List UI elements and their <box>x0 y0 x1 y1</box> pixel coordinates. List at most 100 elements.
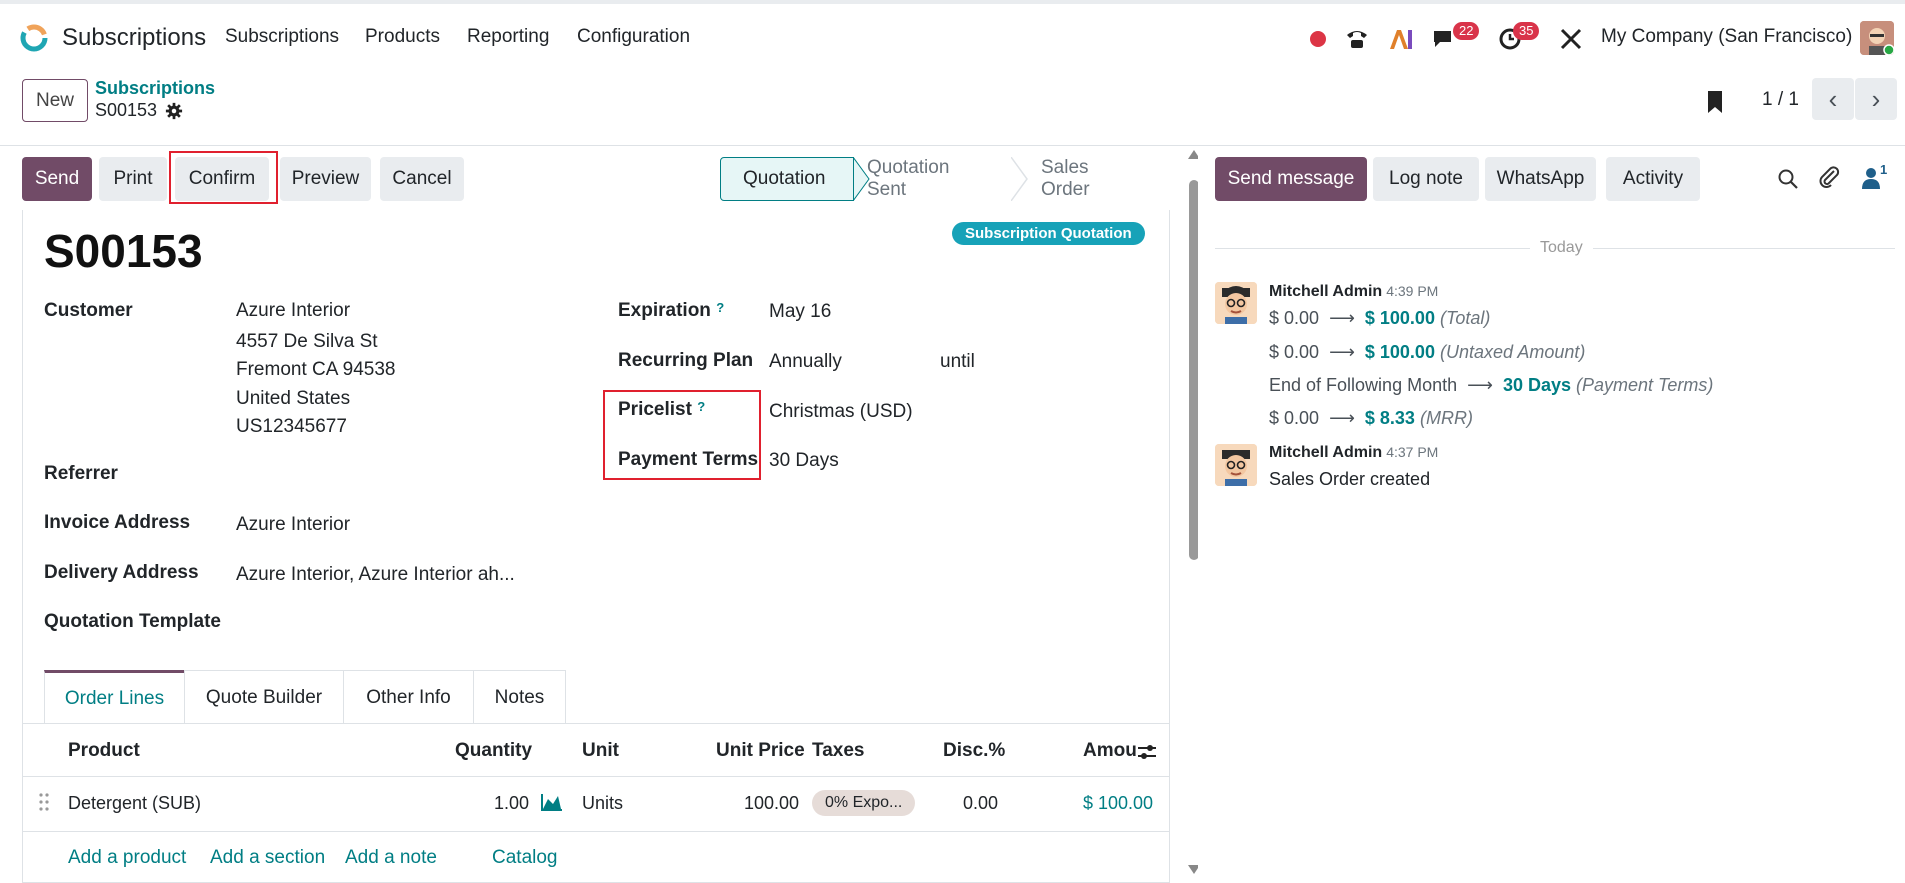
line-product[interactable]: Detergent (SUB) <box>68 793 201 814</box>
payment-terms-value[interactable]: 30 Days <box>769 450 839 472</box>
company-switcher[interactable]: My Company (San Francisco) <box>1601 26 1852 48</box>
add-note-link[interactable]: Add a note <box>345 847 437 869</box>
expiration-label: Expiration ? <box>618 300 725 321</box>
pager-previous-button[interactable]: ‹ <box>1812 78 1854 120</box>
column-settings-icon[interactable] <box>1136 742 1158 762</box>
line-tax-tag[interactable]: 0% Expo... <box>812 790 916 816</box>
line-unit-price[interactable]: 100.00 <box>744 793 799 814</box>
pager-next-button[interactable]: › <box>1855 78 1897 120</box>
user-avatar[interactable] <box>1860 21 1894 55</box>
tracking-line: End of Following Month ⟶ 30 Days (Paymen… <box>1269 375 1713 396</box>
tracking-old-value: $ 0.00 <box>1269 342 1320 362</box>
col-disc[interactable]: Disc.% <box>943 740 1005 762</box>
status-quotation[interactable]: Quotation <box>720 157 854 201</box>
arrow-right-icon: ⟶ <box>1324 408 1360 428</box>
drag-handle-icon[interactable] <box>38 792 50 812</box>
tracking-field: (MRR) <box>1419 408 1473 428</box>
customer-street: 4557 De Silva St <box>236 331 378 352</box>
cancel-button[interactable]: Cancel <box>380 157 464 201</box>
search-icon[interactable] <box>1777 168 1799 190</box>
send-message-button[interactable]: Send message <box>1215 157 1367 201</box>
tools-icon[interactable] <box>1557 24 1585 54</box>
col-unit-price[interactable]: Unit Price <box>716 740 805 762</box>
ai-icon[interactable] <box>1387 24 1415 54</box>
activity-button[interactable]: Activity <box>1606 157 1700 201</box>
forecast-chart-icon[interactable] <box>541 793 563 811</box>
tab-other-info[interactable]: Other Info <box>343 670 474 724</box>
preview-button[interactable]: Preview <box>280 157 371 201</box>
add-product-link[interactable]: Add a product <box>68 847 186 869</box>
col-unit[interactable]: Unit <box>582 740 619 762</box>
form-sheet <box>22 210 1170 883</box>
log-note-button[interactable]: Log note <box>1373 157 1479 201</box>
menu-reporting[interactable]: Reporting <box>467 26 549 48</box>
pricelist-value[interactable]: Christmas (USD) <box>769 401 913 423</box>
form-tabs: Order Lines Quote Builder Other Info Not… <box>44 670 566 724</box>
attachment-icon[interactable] <box>1817 165 1841 189</box>
breadcrumb-parent[interactable]: Subscriptions <box>95 78 215 99</box>
recording-icon[interactable] <box>1308 24 1328 54</box>
col-taxes[interactable]: Taxes <box>812 740 864 762</box>
phone-icon[interactable] <box>1343 24 1371 54</box>
customer-label: Customer <box>44 300 133 321</box>
tab-order-lines[interactable]: Order Lines <box>44 670 185 724</box>
send-button[interactable]: Send <box>22 157 92 201</box>
col-product[interactable]: Product <box>68 740 140 762</box>
recurring-plan-value[interactable]: Annually <box>769 351 842 373</box>
line-amount: $ 100.00 <box>1083 793 1154 813</box>
message-body: Sales Order created <box>1269 469 1431 489</box>
message-author: Mitchell Admin 4:37 PM <box>1269 444 1439 461</box>
menu-products[interactable]: Products <box>365 26 440 48</box>
pricelist-terms-highlight-box <box>603 390 761 480</box>
tracking-line: $ 0.00 ⟶ $ 8.33 (MRR) <box>1269 408 1473 429</box>
status-sales-order[interactable]: Sales Order <box>1029 157 1159 201</box>
tracking-line: $ 0.00 ⟶ $ 100.00 (Total) <box>1269 308 1490 329</box>
table-top-border <box>22 723 1170 724</box>
referrer-label: Referrer <box>44 463 118 484</box>
tracking-field: (Total) <box>1439 308 1491 328</box>
tab-quote-builder[interactable]: Quote Builder <box>184 670 344 724</box>
record-name[interactable]: S00153 <box>44 224 203 278</box>
customer-name[interactable]: Azure Interior <box>236 300 350 322</box>
col-amount[interactable]: Amou <box>1083 740 1137 762</box>
new-button[interactable]: New <box>22 79 88 122</box>
tracking-new-value: $ 100.00 <box>1364 342 1435 362</box>
whatsapp-button[interactable]: WhatsApp <box>1485 157 1596 201</box>
control-panel-divider <box>0 145 1905 146</box>
menu-configuration[interactable]: Configuration <box>577 26 690 48</box>
app-logo-icon[interactable] <box>18 22 50 54</box>
catalog-link[interactable]: Catalog <box>492 847 558 869</box>
app-title[interactable]: Subscriptions <box>62 24 206 52</box>
tracking-new-value: $ 8.33 <box>1364 408 1415 428</box>
tracking-old-value: $ 0.00 <box>1269 408 1320 428</box>
pager-value[interactable]: 1 / 1 <box>1762 89 1799 111</box>
recurring-plan-until[interactable]: until <box>940 351 975 373</box>
bookmark-icon[interactable] <box>1706 90 1724 114</box>
avatar[interactable] <box>1215 444 1257 486</box>
status-quotation-sent[interactable]: Quotation Sent <box>853 157 1013 201</box>
chatter-panel <box>1198 147 1905 883</box>
line-unit[interactable]: Units <box>582 793 623 814</box>
top-navbar: Subscriptions Subscriptions Products Rep… <box>0 0 1905 70</box>
line-quantity[interactable]: 1.00 <box>494 793 529 814</box>
tab-notes[interactable]: Notes <box>473 670 566 724</box>
followers-icon[interactable] <box>1862 167 1880 189</box>
delivery-address-value[interactable]: Azure Interior, Azure Interior ah... <box>236 564 515 586</box>
avatar[interactable] <box>1215 282 1257 324</box>
gear-icon[interactable] <box>165 102 183 120</box>
arrow-right-icon: ⟶ <box>1324 308 1360 328</box>
col-quantity[interactable]: Quantity <box>455 740 532 762</box>
delivery-address-label: Delivery Address <box>44 562 199 583</box>
print-button[interactable]: Print <box>99 157 167 201</box>
followers-count[interactable]: 1 <box>1880 162 1887 177</box>
customer-city: Fremont CA 94538 <box>236 359 396 380</box>
message-author: Mitchell Admin 4:39 PM <box>1269 283 1439 300</box>
tracking-old-value: End of Following Month <box>1269 375 1458 395</box>
expiration-value[interactable]: May 16 <box>769 301 831 323</box>
add-section-link[interactable]: Add a section <box>210 847 325 869</box>
arrow-right-icon: ⟶ <box>1324 342 1360 362</box>
help-icon[interactable]: ? <box>716 300 724 315</box>
invoice-address-value[interactable]: Azure Interior <box>236 514 350 536</box>
menu-subscriptions[interactable]: Subscriptions <box>225 26 339 48</box>
line-discount[interactable]: 0.00 <box>963 793 998 814</box>
